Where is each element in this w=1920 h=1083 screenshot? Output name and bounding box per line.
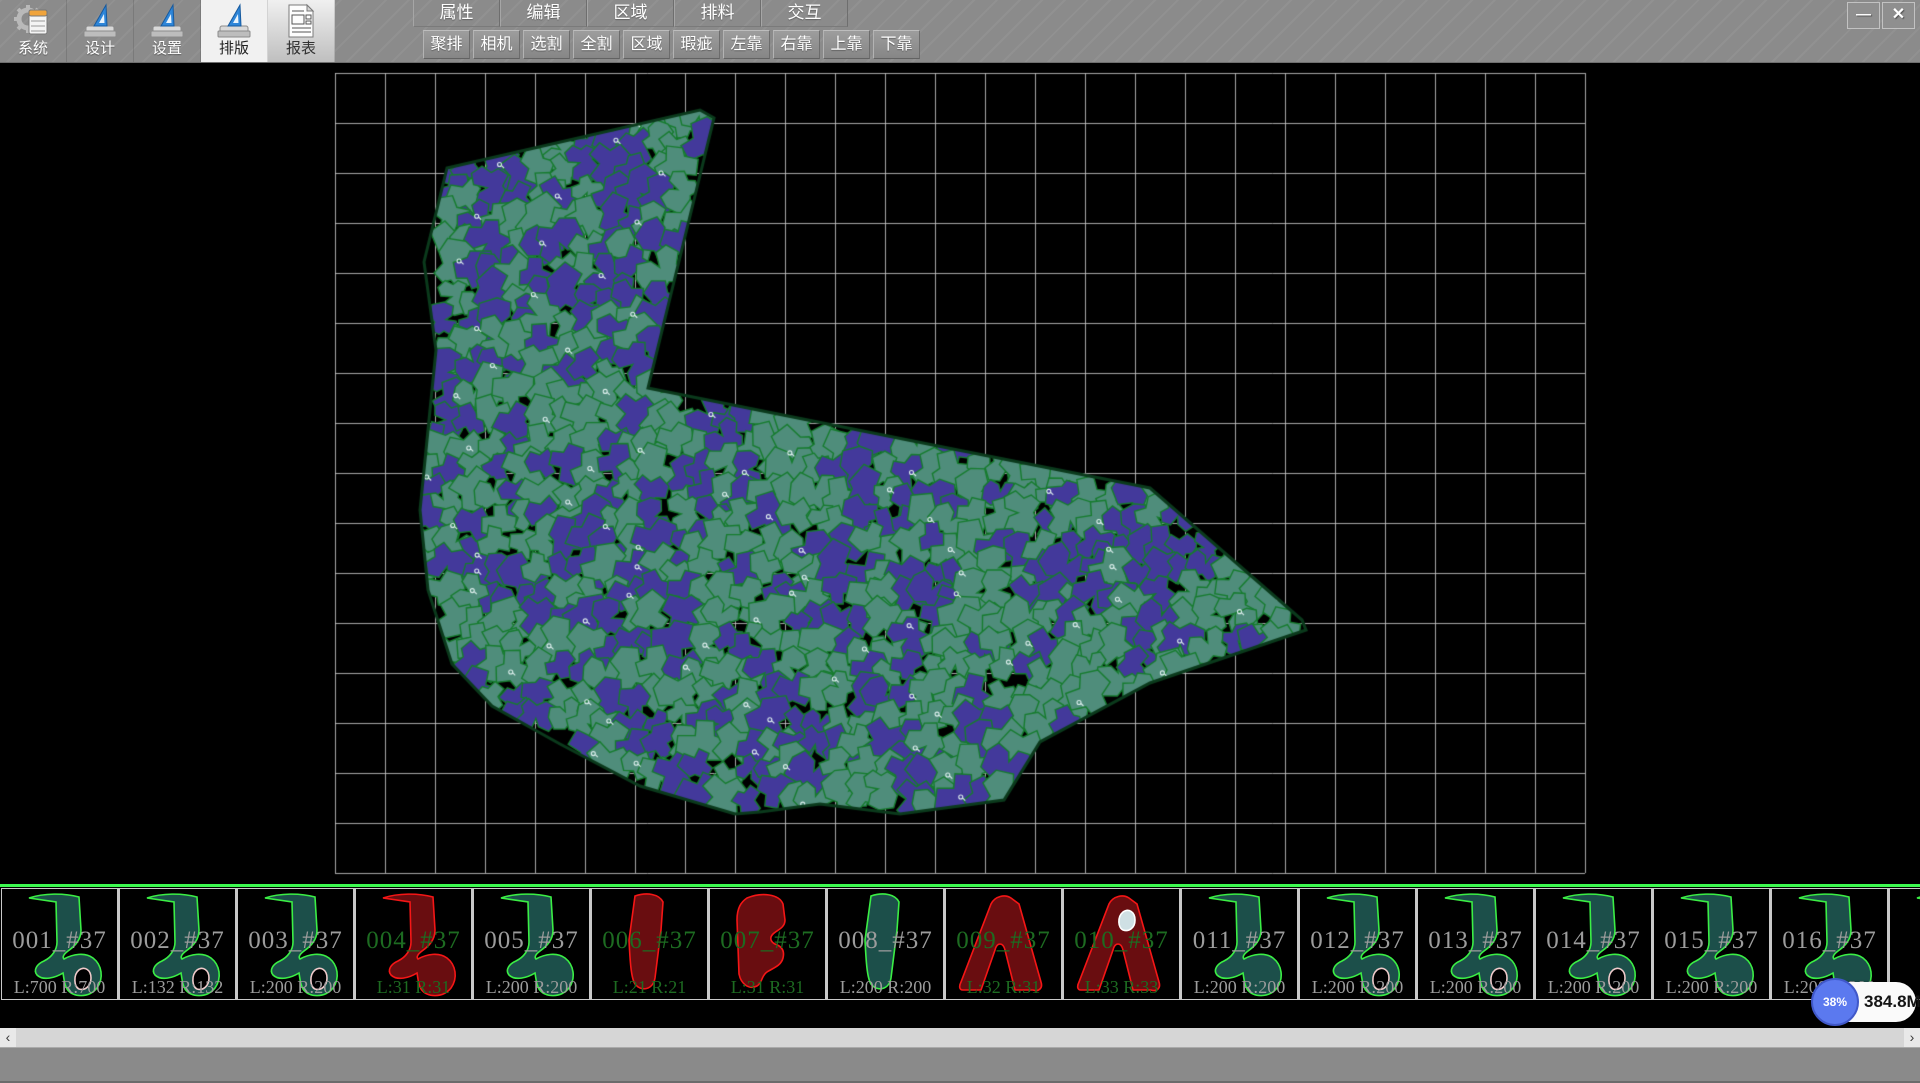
nav-button-label: 系统: [18, 40, 48, 58]
piece-name: 007_#37: [710, 927, 825, 955]
titlebar: 系统设计设置排版报表 属性编辑区域排料交互 聚排相机选割全割区域瑕疵左靠右靠上靠…: [0, 0, 1920, 63]
thumbnail-cell-7[interactable]: 007_#37 L:31 R:31: [709, 888, 827, 1000]
tool-button-2[interactable]: 相机: [473, 30, 520, 59]
thumbnail-cell-14[interactable]: 014_#37 L:200 R:200: [1535, 888, 1653, 1000]
piece-name: 002_#37: [120, 927, 235, 955]
memory-size-label: 384.8M: [1864, 982, 1920, 1022]
tool-button-6[interactable]: 瑕疵: [673, 30, 720, 59]
piece-name: 005_#37: [474, 927, 589, 955]
piece-lr-count: L:700 R:700: [2, 977, 117, 998]
piece-name: 013_#37: [1418, 927, 1533, 955]
menu-item-1[interactable]: 属性: [413, 0, 500, 27]
nav-button-2[interactable]: 设计: [67, 0, 134, 62]
thumbnail-cell-12[interactable]: 012_#37 L:200 R:200: [1299, 888, 1417, 1000]
piece-lr-count: L:200 R:200: [474, 977, 589, 998]
scroll-right-icon[interactable]: ›: [1904, 1028, 1920, 1047]
nav-button-1[interactable]: 系统: [0, 0, 67, 62]
tool-button-8[interactable]: 右靠: [773, 30, 820, 59]
piece-name: 011_#37: [1182, 927, 1297, 955]
scroll-left-icon[interactable]: ‹: [0, 1028, 16, 1047]
piece-name: 010_#37: [1064, 927, 1179, 955]
gear-icon: [13, 2, 53, 40]
progress-circle: 38%: [1811, 978, 1859, 1026]
set-square-icon: [214, 2, 254, 40]
piece-lr-count: L:200 R:200: [1654, 977, 1769, 998]
thumbnail-strip-cells: 001_#37L:700 R:700002_#37L:132 R:132003_…: [1, 888, 1920, 1000]
piece-lr-count: L:200 R:200: [1182, 977, 1297, 998]
piece-lr-count: L:21 R:21: [592, 977, 707, 998]
piece-lr-count: L:32 R:31: [946, 977, 1061, 998]
piece-lr-count: L:31 R:31: [356, 977, 471, 998]
thumbnail-cell-9[interactable]: 009_#37 L:32 R:31: [945, 888, 1063, 1000]
report-icon: [281, 2, 321, 40]
nav-button-label: 设计: [85, 40, 115, 58]
piece-name: 014_#37: [1536, 927, 1651, 955]
piece-lr-count: L:200 R:200: [1418, 977, 1533, 998]
thumbnail-cell-5[interactable]: 005_#37 L:200 R:200: [473, 888, 591, 1000]
piece-name: 016_#37: [1772, 927, 1887, 955]
nav-button-3[interactable]: 设置: [134, 0, 201, 62]
piece-lr-count: L:200 R:200: [828, 977, 943, 998]
status-bar: [0, 1047, 1920, 1083]
nav-button-label: 排版: [219, 40, 249, 58]
piece-lr-count: L:200 R:200: [1536, 977, 1651, 998]
piece-name: 004_#37: [356, 927, 471, 955]
memory-usage-badge: 38% 384.8M: [1814, 982, 1916, 1022]
piece-lr-count: L:200 R:200: [1300, 977, 1415, 998]
menu-item-4[interactable]: 排料: [674, 0, 761, 27]
thumbnail-cell-4[interactable]: 004_#37 L:31 R:31: [355, 888, 473, 1000]
tool-button-7[interactable]: 左靠: [723, 30, 770, 59]
nav-button-label: 设置: [152, 40, 182, 58]
nav-button-4[interactable]: 排版: [201, 0, 268, 62]
piece-name: 003_#37: [238, 927, 353, 955]
thumbnail-cell-1[interactable]: 001_#37 L:700 R:700: [1, 888, 119, 1000]
menu-item-5[interactable]: 交互: [761, 0, 848, 27]
minimize-button[interactable]: —: [1847, 2, 1880, 29]
piece-lr-count: L:31 R:31: [710, 977, 825, 998]
strip-top-line: [0, 884, 1920, 887]
menu-bar: 属性编辑区域排料交互: [413, 0, 848, 27]
piece-name: 009_#37: [946, 927, 1061, 955]
piece-name: 001_#37: [2, 927, 117, 955]
horizontal-scrollbar[interactable]: ‹ ›: [0, 1028, 1920, 1047]
nav-button-5[interactable]: 报表: [268, 0, 335, 62]
thumbnail-cell-10[interactable]: 010_#37 L:33 R:33: [1063, 888, 1181, 1000]
piece-lr-count: L:200 R:200: [238, 977, 353, 998]
piece-lr-count: L:132 R:132: [120, 977, 235, 998]
toolbar: 聚排相机选割全割区域瑕疵左靠右靠上靠下靠: [423, 30, 920, 59]
tool-button-9[interactable]: 上靠: [823, 30, 870, 59]
thumbnail-cell-6[interactable]: 006_#37 L:21 R:21: [591, 888, 709, 1000]
tool-button-3[interactable]: 选割: [523, 30, 570, 59]
nav-button-bar: 系统 设计 设置 排版 报表: [0, 0, 335, 62]
nesting-canvas[interactable]: [0, 62, 1920, 884]
tool-button-5[interactable]: 区域: [623, 30, 670, 59]
set-square-icon: [80, 2, 120, 40]
thumbnail-cell-8[interactable]: 008_#37 L:200 R:200: [827, 888, 945, 1000]
piece-name: 008_#37: [828, 927, 943, 955]
menu-item-2[interactable]: 编辑: [500, 0, 587, 27]
nesting-canvas-area[interactable]: [0, 62, 1920, 884]
tool-button-1[interactable]: 聚排: [423, 30, 470, 59]
tool-button-10[interactable]: 下靠: [873, 30, 920, 59]
thumbnail-cell-13[interactable]: 013_#37 L:200 R:200: [1417, 888, 1535, 1000]
nav-button-label: 报表: [286, 40, 316, 58]
thumbnail-cell-2[interactable]: 002_#37 L:132 R:132: [119, 888, 237, 1000]
thumbnail-cell-3[interactable]: 003_#37 L:200 R:200: [237, 888, 355, 1000]
set-square-icon: [147, 2, 187, 40]
tool-button-4[interactable]: 全割: [573, 30, 620, 59]
close-button[interactable]: ✕: [1882, 2, 1915, 29]
menu-item-3[interactable]: 区域: [587, 0, 674, 27]
piece-lr-count: L:33 R:33: [1064, 977, 1179, 998]
piece-name: 015_#37: [1654, 927, 1769, 955]
piece-name: 012_#37: [1300, 927, 1415, 955]
thumbnail-cell-11[interactable]: 011_#37 L:200 R:200: [1181, 888, 1299, 1000]
piece-thumbnail-strip: 001_#37L:700 R:700002_#37L:132 R:132003_…: [0, 884, 1920, 1028]
piece-name: 006_#37: [592, 927, 707, 955]
thumbnail-cell-15[interactable]: 015_#37 L:200 R:200: [1653, 888, 1771, 1000]
